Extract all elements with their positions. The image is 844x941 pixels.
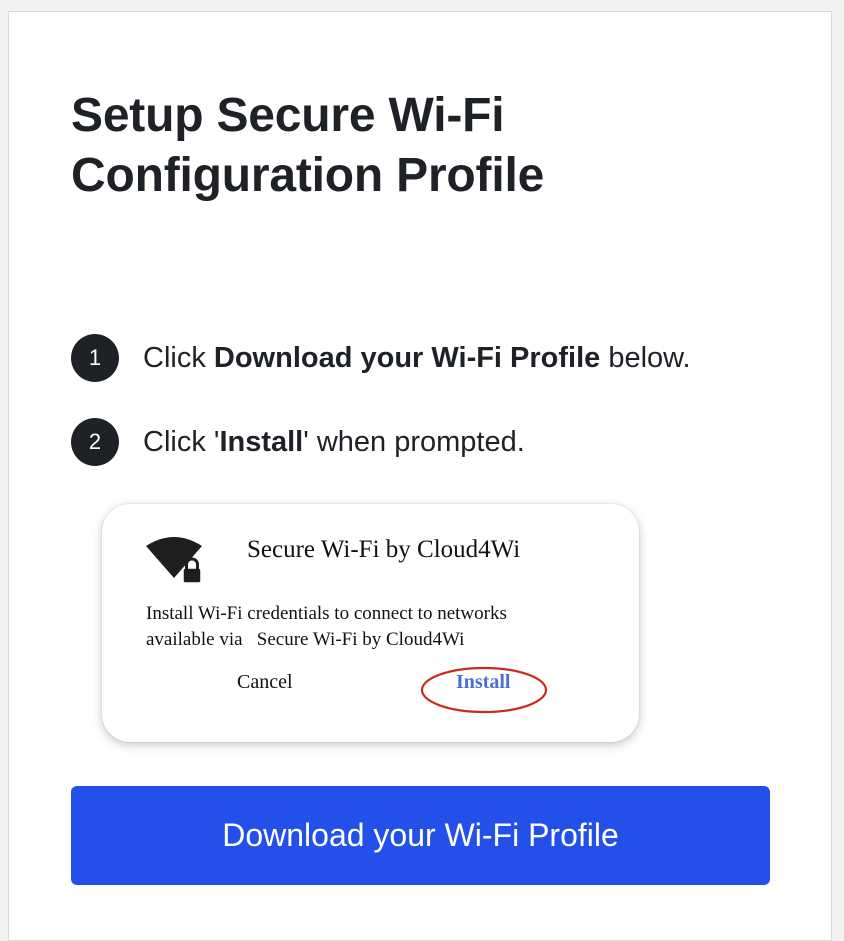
step-text-prefix: Click ' (143, 425, 220, 458)
install-dialog-illustration: Secure Wi-Fi by Cloud4Wi Install Wi-Fi c… (102, 504, 639, 742)
step-text-suffix: ' when prompted. (303, 425, 525, 458)
dialog-cancel-button: Cancel (237, 671, 293, 693)
step-number-badge: 2 (71, 418, 119, 466)
step-2: 2 Click 'Install' when prompted. (71, 418, 525, 466)
wifi-lock-icon (146, 537, 202, 584)
dialog-message: Install Wi-Fi credentials to connect to … (146, 601, 606, 653)
dialog-message-line: Install Wi-Fi credentials to connect to … (146, 603, 507, 624)
step-text-suffix: below. (600, 341, 691, 374)
dialog-message-line: available via Secure Wi-Fi by Cloud4Wi (146, 629, 465, 650)
step-1: 1 Click Download your Wi-Fi Profile belo… (71, 334, 691, 382)
step-text-prefix: Click (143, 341, 214, 374)
step-instruction: Click Download your Wi-Fi Profile below. (143, 342, 691, 375)
dialog-title: Secure Wi-Fi by Cloud4Wi (247, 536, 521, 563)
page-title: Setup Secure Wi-Fi Configuration Profile (71, 89, 545, 202)
download-profile-button[interactable]: Download your Wi-Fi Profile (71, 786, 770, 885)
setup-card: Setup Secure Wi-Fi Configuration Profile… (8, 11, 832, 941)
step-text-bold: Download your Wi-Fi Profile (213, 341, 601, 374)
step-text-bold: Install (219, 425, 304, 458)
dialog-install-button: Install (456, 671, 511, 693)
step-instruction: Click 'Install' when prompted. (143, 426, 525, 459)
step-number-badge: 1 (71, 334, 119, 382)
